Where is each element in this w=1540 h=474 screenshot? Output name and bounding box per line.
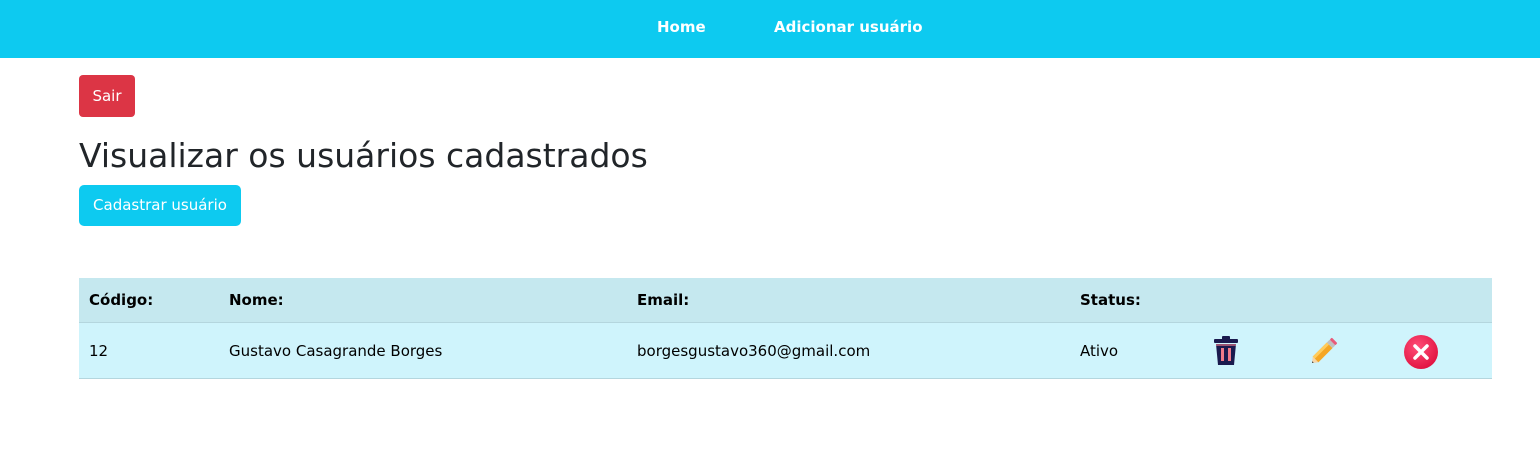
- cell-email: borgesgustavo360@gmail.com: [637, 342, 871, 360]
- cell-name: Gustavo Casagrande Borges: [229, 342, 443, 360]
- header-email: Email:: [637, 291, 690, 309]
- header-status: Status:: [1080, 291, 1141, 309]
- pencil-icon[interactable]: [1307, 335, 1341, 367]
- nav-link-add-user[interactable]: Adicionar usuário: [774, 17, 923, 37]
- header-name: Nome:: [229, 291, 284, 309]
- page-title: Visualizar os usuários cadastrados: [79, 136, 648, 175]
- navbar: Home Adicionar usuário: [0, 0, 1540, 58]
- close-icon[interactable]: [1403, 334, 1439, 370]
- cell-code: 12: [89, 342, 109, 360]
- logout-button[interactable]: Sair: [79, 75, 135, 117]
- nav-link-home[interactable]: Home: [657, 17, 706, 37]
- register-user-button[interactable]: Cadastrar usuário: [79, 185, 241, 226]
- header-code: Código:: [89, 291, 154, 309]
- trash-icon[interactable]: [1213, 335, 1239, 367]
- cell-status: Ativo: [1080, 342, 1119, 360]
- table-header: Código: Nome: Email: Status:: [79, 278, 1492, 323]
- table-row: 12 Gustavo Casagrande Borges borgesgusta…: [79, 323, 1492, 379]
